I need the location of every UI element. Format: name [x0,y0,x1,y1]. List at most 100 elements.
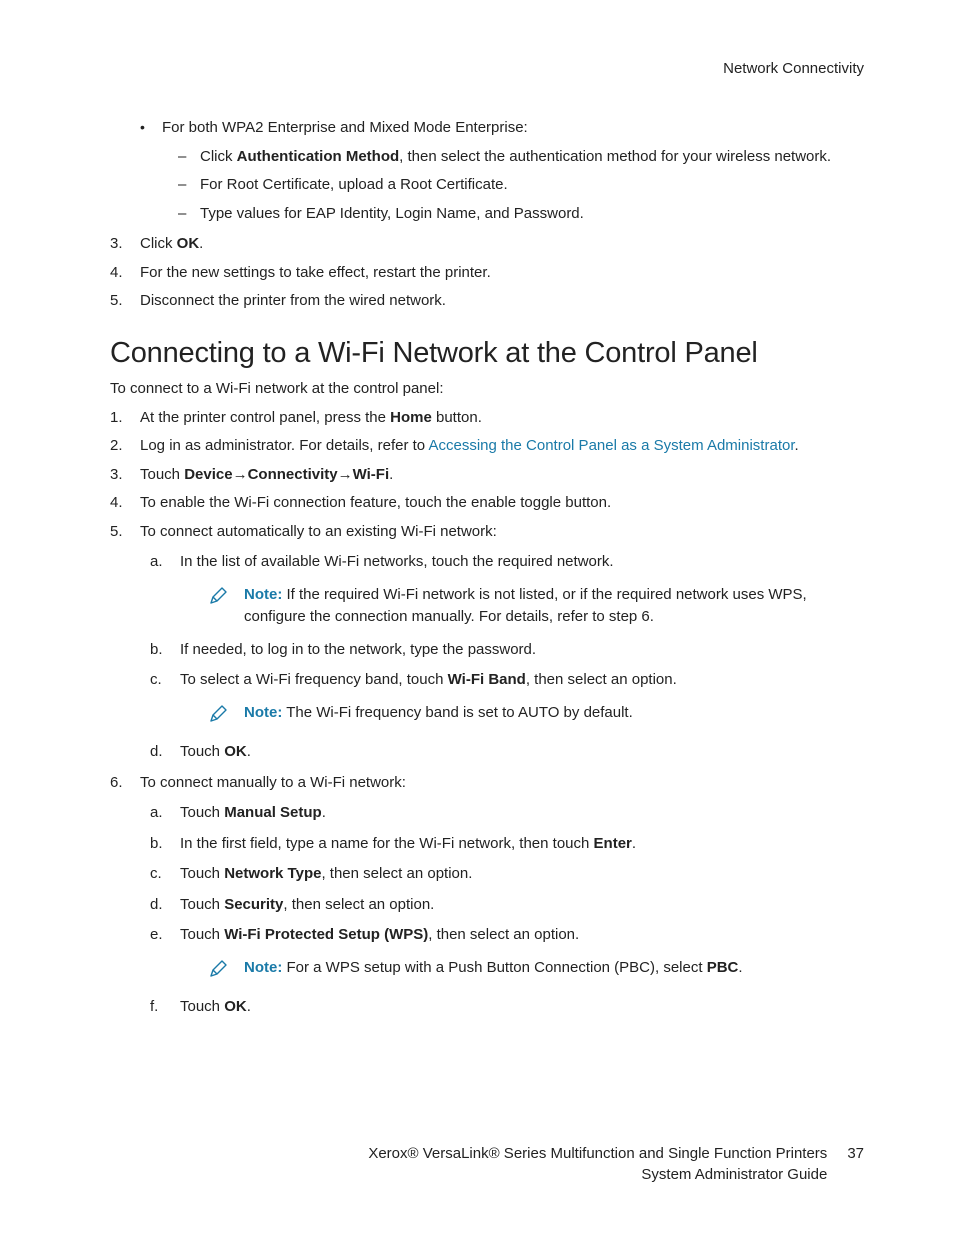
text: Touch [180,998,224,1015]
text: The Wi-Fi frequency band is set to AUTO … [282,704,632,721]
bold-text: Wi-Fi Band [448,671,526,688]
list-item: 6. To connect manually to a Wi-Fi network… [110,772,864,1019]
list-item: 4.To enable the Wi-Fi connection feature… [110,492,864,515]
marker: 4. [110,262,123,285]
list-item: b. If needed, to log in to the network, t… [140,639,864,662]
note-label: Note: [244,586,282,603]
bullet-text: For both WPA2 Enterprise and Mixed Mode … [162,119,528,136]
page-number: 37 [847,1143,864,1164]
marker: b. [150,639,163,662]
bullet-list: For both WPA2 Enterprise and Mixed Mode … [110,117,864,225]
text: . [199,235,203,252]
text: For a WPS setup with a Push Button Conne… [282,959,706,976]
alpha-list: a.Touch Manual Setup. b.In the first fie… [140,802,864,1019]
bold-text: PBC [707,959,739,976]
text: Click [140,235,177,252]
intro-text: To connect to a Wi-Fi network at the con… [110,378,864,399]
list-item: 5.To connect automatically to an existin… [110,521,864,764]
marker: 2. [110,435,123,458]
text: If the required Wi-Fi network is not lis… [244,586,807,626]
text: . [738,959,742,976]
bold-text: Authentication Method [237,148,399,165]
list-item: d. Touch OK. [140,741,864,764]
list-item: f.Touch OK. [140,996,864,1019]
text: To select a Wi-Fi frequency band, touch [180,671,448,688]
list-item: 2.Log in as administrator. For details, … [110,435,864,458]
marker: 4. [110,492,123,515]
page-footer: Xerox® VersaLink® Series Multifunction a… [110,1143,864,1185]
text: , then select an option. [283,896,434,913]
bold-text: OK [177,235,200,252]
bold-text: Home [390,409,432,426]
text: To connect manually to a Wi-Fi network: [140,774,406,791]
text: . [795,437,799,454]
text: Touch [180,804,224,821]
dash-item: Type values for EAP Identity, Login Name… [162,203,864,226]
bold-text: Enter [594,835,632,852]
marker: b. [150,833,163,856]
footer-text: Xerox® VersaLink® Series Multifunction a… [368,1143,827,1185]
marker: 1. [110,407,123,430]
footer-line2: System Administrator Guide [368,1164,827,1185]
bold-text: Network Type [224,865,321,882]
list-item: 1. At the printer control panel, press th… [110,407,864,430]
text: For the new settings to take effect, res… [140,264,491,281]
bold-text: Wi-Fi Protected Setup (WPS) [224,926,428,943]
note-text: Note: For a WPS setup with a Push Button… [244,957,864,980]
text: , then select an option. [321,865,472,882]
list-item: b. In the first field, type a name for th… [140,833,864,856]
text: Disconnect the printer from the wired ne… [140,292,446,309]
note-text: Note: If the required Wi-Fi network is n… [244,584,864,629]
marker: 3. [110,233,123,256]
text: Click [200,148,237,165]
note-block: Note: If the required Wi-Fi network is n… [208,584,864,629]
alpha-list: a. In the list of available Wi-Fi network… [140,551,864,764]
bullet-item: For both WPA2 Enterprise and Mixed Mode … [110,117,864,225]
numbered-list-top: 3. Click OK. 4. For the new settings to ta… [110,233,864,313]
text: . [632,835,636,852]
list-item: a. In the list of available Wi-Fi network… [140,551,864,629]
marker: 5. [110,521,123,544]
marker: d. [150,741,163,764]
link-text[interactable]: Accessing the Control Panel as a System … [428,437,794,454]
text: Touch [180,743,224,760]
text: , then select an option. [526,671,677,688]
text: . [322,804,326,821]
note-label: Note: [244,959,282,976]
page-header: Network Connectivity [110,60,864,77]
text: . [247,998,251,1015]
text: At the printer control panel, press the [140,409,390,426]
text: In the list of available Wi-Fi networks,… [180,553,614,570]
text: button. [432,409,482,426]
footer-line1: Xerox® VersaLink® Series Multifunction a… [368,1143,827,1164]
dash-item: For Root Certificate, upload a Root Cert… [162,174,864,197]
list-item: 3. Click OK. [110,233,864,256]
text: Touch [140,466,184,483]
text: , then select an option. [428,926,579,943]
text: , then select the authentication method … [399,148,831,165]
list-item: 3. Touch Device→Connectivity→Wi-Fi. [110,464,864,487]
note-text: Note: The Wi-Fi frequency band is set to… [244,702,864,725]
text: . [389,466,393,483]
pencil-icon [208,586,228,614]
text: Touch [180,926,224,943]
bold-text: Device→Connectivity→Wi-Fi [184,466,389,483]
marker: 6. [110,772,123,795]
marker: 3. [110,464,123,487]
text: Touch [180,865,224,882]
bold-text: OK [224,998,247,1015]
bold-text: OK [224,743,247,760]
note-block: Note: For a WPS setup with a Push Button… [208,957,864,987]
section-heading: Connecting to a Wi-Fi Network at the Con… [110,337,864,370]
list-item: 5. Disconnect the printer from the wired … [110,290,864,313]
note-label: Note: [244,704,282,721]
text: If needed, to log in to the network, typ… [180,641,536,658]
pencil-icon [208,959,228,987]
marker: 5. [110,290,123,313]
marker: a. [150,802,163,825]
marker: c. [150,863,162,886]
marker: a. [150,551,163,574]
text: . [247,743,251,760]
numbered-list-main: 1. At the printer control panel, press th… [110,407,864,1019]
text: In the first field, type a name for the … [180,835,594,852]
